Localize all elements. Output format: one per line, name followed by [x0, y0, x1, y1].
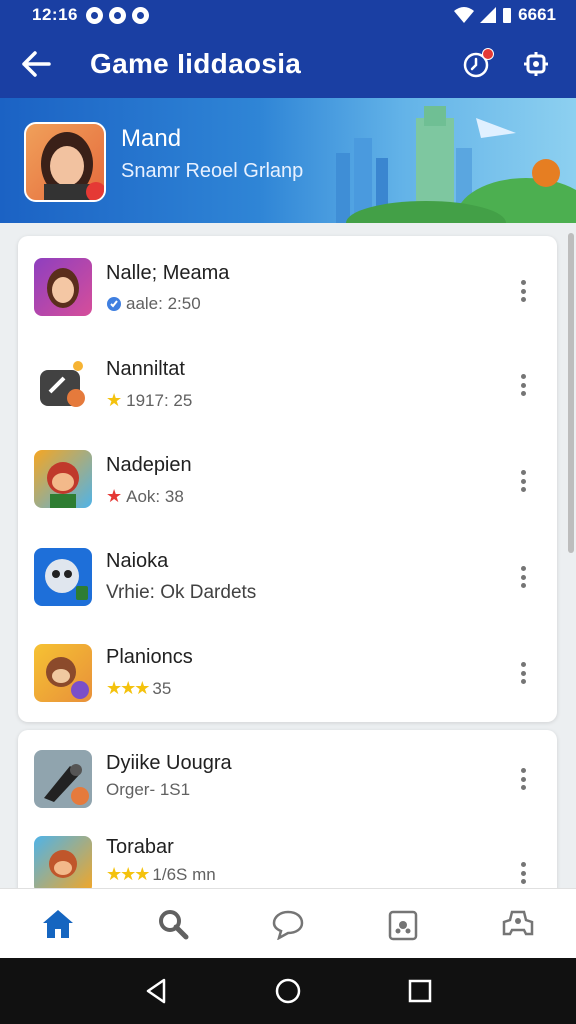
status-time: 12:16	[32, 5, 78, 24]
list-item-title: Nadepien	[106, 454, 192, 476]
list-item[interactable]: Nadepien ★ Aok: 38	[18, 432, 557, 528]
signal-icon	[480, 7, 497, 23]
list-item-subtitle: ★ Aok: 38	[106, 486, 184, 507]
games-list-card: Nalle; Meama aale: 2:50 Nanniltat ★ 1917…	[18, 236, 557, 722]
triangle-back-icon	[146, 978, 166, 1004]
arrow-left-icon	[22, 51, 51, 77]
three-stars-icon: ★★★	[106, 864, 150, 884]
chat-icon	[272, 910, 304, 940]
list-item-title: Naioka	[106, 550, 169, 572]
list-item-title: Nanniltat	[106, 358, 185, 380]
shield-icon	[107, 297, 121, 311]
settings-button[interactable]	[518, 46, 554, 82]
system-recents-button[interactable]	[400, 971, 440, 1011]
games-list-card-2: Dyiike Uougra Orger- 1S1 Torabar ★★★ 1/6…	[18, 730, 557, 910]
list-item-subtitle: ★★★ 35	[106, 678, 171, 699]
nav-puzzle[interactable]	[373, 894, 433, 954]
system-home-button[interactable]	[268, 971, 308, 1011]
more-options-button[interactable]	[513, 764, 533, 794]
more-options-button[interactable]	[513, 370, 533, 400]
status-notification-icon	[85, 6, 103, 24]
notifications-button[interactable]	[458, 46, 494, 82]
system-back-button[interactable]	[136, 971, 176, 1011]
nav-chat[interactable]	[258, 894, 318, 954]
search-icon	[158, 909, 189, 939]
list-item[interactable]: Nalle; Meama aale: 2:50	[18, 240, 557, 336]
gear-icon	[524, 52, 548, 76]
list-item-subtitle: aale: 2:50	[106, 294, 201, 314]
star-icon: ★	[106, 486, 123, 506]
game-icon	[34, 450, 92, 508]
list-item-subtitle: ★★★ 1/6S mn	[106, 864, 216, 885]
status-notification-icon	[108, 6, 126, 24]
list-item[interactable]: Naioka Vrhie: Ok Dardets	[18, 528, 557, 624]
three-stars-icon: ★★★	[106, 678, 150, 698]
wifi-icon	[454, 7, 475, 23]
more-options-button[interactable]	[513, 858, 533, 888]
game-icon	[34, 548, 92, 606]
list-item[interactable]: Dyiike Uougra Orger- 1S1	[18, 730, 557, 826]
scrollbar[interactable]	[568, 233, 574, 553]
home-icon	[42, 909, 73, 938]
game-icon	[34, 750, 92, 808]
battery-icon	[503, 7, 512, 23]
puzzle-icon	[388, 910, 418, 940]
nav-home[interactable]	[28, 894, 88, 954]
more-options-button[interactable]	[513, 276, 533, 306]
list-item-meta: 35	[152, 678, 172, 698]
controller-icon	[503, 910, 534, 935]
game-icon	[34, 356, 92, 414]
avatar	[24, 122, 106, 202]
game-icon	[34, 258, 92, 316]
profile-banner[interactable]: Mand Snamr Reoel Grlanp	[0, 98, 576, 223]
list-item-subtitle: ★ 1917: 25	[106, 390, 192, 411]
more-options-button[interactable]	[513, 658, 533, 688]
status-right: 6661	[454, 5, 556, 25]
list-item-meta: aale: 2:50	[126, 294, 201, 313]
list-item-title: Planioncs	[106, 646, 193, 668]
list-item-title: Torabar	[106, 836, 174, 858]
list-item-meta: Aok: 38	[126, 486, 184, 506]
notification-badge	[482, 48, 494, 60]
circle-home-icon	[275, 978, 301, 1004]
profile-name: Mand	[121, 125, 182, 152]
list-item-meta: Orger- 1S1	[106, 780, 191, 799]
status-notifications	[85, 6, 149, 24]
page-title: Game Iiddaosia	[90, 48, 302, 79]
list-item-meta: 1917: 25	[126, 390, 193, 410]
status-bar: 12:16 6661	[0, 0, 576, 30]
list-item[interactable]: Nanniltat ★ 1917: 25	[18, 336, 557, 432]
profile-subtitle: Snamr Reoel Grlanp	[121, 160, 304, 182]
game-icon	[34, 836, 92, 894]
list-item-meta: 1/6S mn	[152, 864, 216, 884]
square-recents-icon	[408, 979, 432, 1003]
more-options-button[interactable]	[513, 466, 533, 496]
back-button[interactable]	[0, 30, 72, 98]
list-item-subtitle: Vrhie: Ok Dardets	[106, 582, 256, 604]
list-item-meta: Vrhie: Ok Dardets	[106, 582, 257, 603]
nav-controller[interactable]	[488, 894, 548, 954]
list-item-title: Nalle; Meama	[106, 262, 230, 284]
game-icon	[34, 644, 92, 702]
status-battery-text: 6661	[518, 5, 556, 24]
app-bar: Game Iiddaosia	[0, 30, 576, 98]
system-navigation	[0, 958, 576, 1024]
list-item-title: Dyiike Uougra	[106, 752, 232, 774]
nav-search[interactable]	[143, 894, 203, 954]
more-options-button[interactable]	[513, 562, 533, 592]
list-item[interactable]: Planioncs ★★★ 35	[18, 624, 557, 720]
star-icon: ★	[106, 390, 123, 410]
banner-illustration	[316, 98, 576, 223]
list-item-subtitle: Orger- 1S1	[106, 780, 190, 800]
status-notification-icon	[131, 6, 149, 24]
bottom-navigation	[0, 888, 576, 958]
